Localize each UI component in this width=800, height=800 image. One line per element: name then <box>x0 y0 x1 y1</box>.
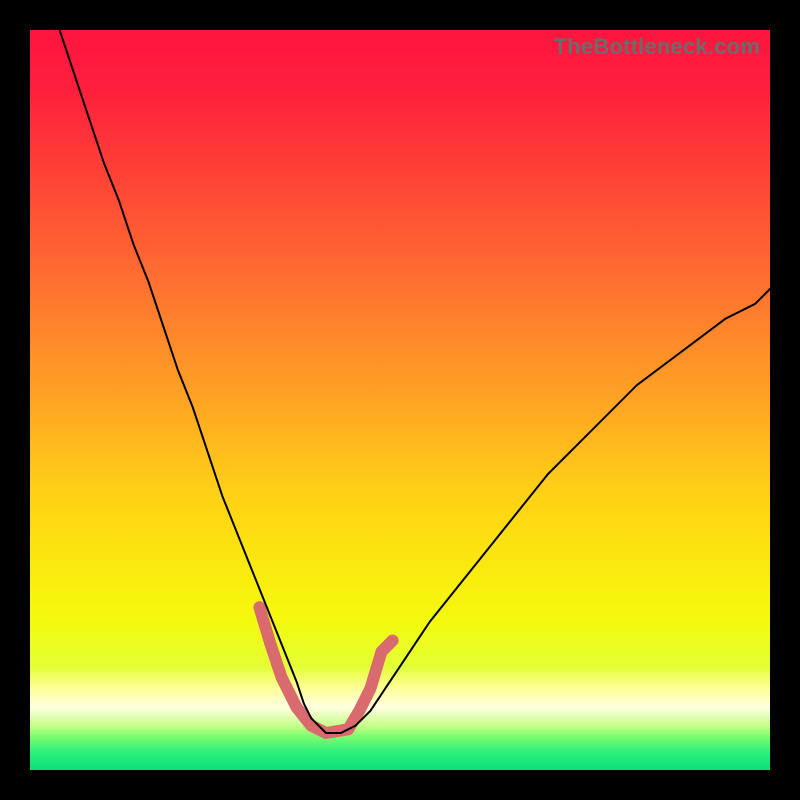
chart-frame: TheBottleneck.com <box>0 0 800 800</box>
plot-area: TheBottleneck.com <box>30 30 770 770</box>
curve-layer <box>30 30 770 770</box>
watermark-text: TheBottleneck.com <box>554 34 760 60</box>
valley-marker <box>259 607 392 733</box>
bottleneck-curve <box>60 30 770 733</box>
